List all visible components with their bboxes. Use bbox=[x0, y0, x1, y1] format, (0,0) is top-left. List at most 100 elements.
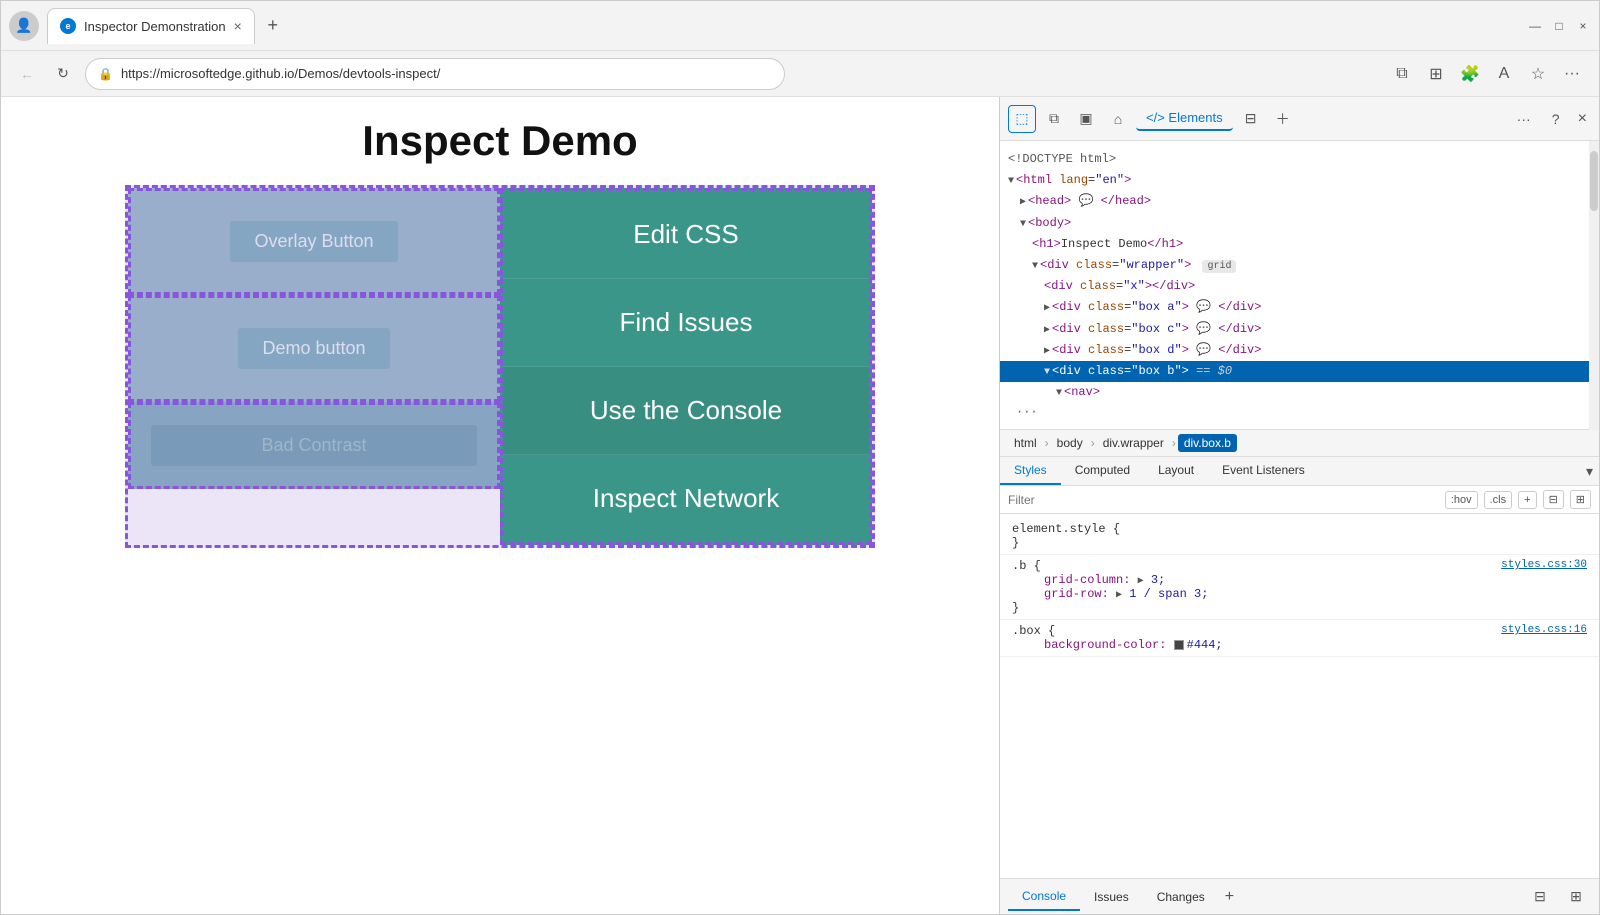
dom-scrollbar[interactable] bbox=[1589, 141, 1599, 430]
edit-css-link[interactable]: Edit CSS bbox=[503, 191, 869, 279]
add-tab-icon[interactable]: ＋ bbox=[1269, 105, 1297, 133]
copy-icon[interactable]: ⊞ bbox=[1570, 490, 1591, 509]
maximize-button[interactable]: □ bbox=[1551, 18, 1567, 34]
demo-button[interactable]: Demo button bbox=[238, 328, 389, 369]
cell-a: Overlay Button bbox=[128, 188, 500, 295]
add-bottom-tab-button[interactable]: + bbox=[1219, 888, 1240, 906]
breadcrumb-div-box-b[interactable]: div.box.b bbox=[1178, 434, 1237, 452]
left-column: Overlay Button Demo button Bad Contrast bbox=[128, 188, 500, 489]
tab-computed[interactable]: Computed bbox=[1061, 457, 1144, 485]
sources-icon[interactable]: ⊟ bbox=[1237, 105, 1265, 133]
styles-tabs: Styles Computed Layout Event Listeners ▾ bbox=[1000, 457, 1599, 486]
breadcrumb-html[interactable]: html bbox=[1008, 434, 1043, 452]
new-tab-button[interactable]: + bbox=[259, 12, 287, 40]
more-icon[interactable]: ··· bbox=[1557, 59, 1587, 89]
active-tab[interactable]: e Inspector Demonstration × bbox=[47, 8, 255, 44]
cell-b-nav: Edit CSS Find Issues Use the Console Ins… bbox=[500, 188, 872, 545]
favorites-icon[interactable]: ☆ bbox=[1523, 59, 1553, 89]
bottom-tabs: Console Issues Changes + ⊟ ⊞ bbox=[1000, 878, 1599, 914]
browser-window: 👤 e Inspector Demonstration × + — □ × ← … bbox=[0, 0, 1600, 915]
css-selector-element: element.style { bbox=[1012, 522, 1587, 536]
dom-line-box-b-selected[interactable]: <div class="box b"> == $0 bbox=[1000, 361, 1589, 382]
refresh-button[interactable]: ↻ bbox=[49, 60, 77, 88]
styles-dropdown-icon[interactable]: ▾ bbox=[1586, 463, 1593, 480]
dock-bottom-icon[interactable]: ⊟ bbox=[1525, 882, 1555, 912]
lock-icon: 🔒 bbox=[98, 67, 113, 81]
overlay-button[interactable]: Overlay Button bbox=[230, 221, 397, 262]
tab-bar: e Inspector Demonstration × + bbox=[47, 8, 1519, 44]
inspect-network-link[interactable]: Inspect Network bbox=[503, 455, 869, 542]
styles-area: Styles Computed Layout Event Listeners ▾… bbox=[1000, 457, 1599, 878]
more-button[interactable]: ··· bbox=[1008, 403, 1046, 421]
color-swatch bbox=[1174, 640, 1184, 650]
cell-c: Demo button bbox=[128, 295, 500, 402]
css-close-brace-b: } bbox=[1012, 601, 1587, 615]
reader-mode-icon[interactable]: A bbox=[1489, 59, 1519, 89]
styles-filter-bar: :hov .cls + ⊟ ⊞ bbox=[1000, 486, 1599, 514]
dom-line-head: <head> 💬 </head> bbox=[1000, 191, 1589, 212]
dom-tree[interactable]: <!DOCTYPE html> <html lang="en"> <head> … bbox=[1000, 141, 1589, 430]
split-screen-icon[interactable]: ⧉ bbox=[1387, 59, 1417, 89]
tab-close-button[interactable]: × bbox=[234, 18, 242, 34]
close-button[interactable]: × bbox=[1575, 18, 1591, 34]
device-emulation-icon[interactable]: ⧉ bbox=[1040, 105, 1068, 133]
tab-event-listeners[interactable]: Event Listeners bbox=[1208, 457, 1319, 485]
dom-line-box-d: <div class="box d"> 💬 </div> bbox=[1000, 340, 1589, 361]
tab-console[interactable]: Console bbox=[1008, 883, 1080, 911]
demo-grid: Overlay Button Demo button Bad Contrast … bbox=[125, 185, 875, 548]
more-tools-icon[interactable]: ··· bbox=[1510, 105, 1538, 133]
cell-d: Bad Contrast bbox=[128, 402, 500, 489]
tab-favicon: e bbox=[60, 18, 76, 34]
toggle-icon[interactable]: ⊟ bbox=[1543, 490, 1564, 509]
hover-filter-button[interactable]: :hov bbox=[1445, 491, 1478, 509]
styles-filter-input[interactable] bbox=[1008, 493, 1439, 507]
minimize-button[interactable]: — bbox=[1527, 18, 1543, 34]
help-icon[interactable]: ? bbox=[1542, 105, 1570, 133]
add-style-button[interactable]: + bbox=[1518, 491, 1536, 509]
breadcrumb-bar: html › body › div.wrapper › div.box.b bbox=[1000, 430, 1599, 457]
address-bar: ← ↻ 🔒 https://microsoftedge.github.io/De… bbox=[1, 51, 1599, 97]
bad-contrast-button[interactable]: Bad Contrast bbox=[151, 425, 477, 466]
more-button-area: ··· bbox=[1000, 403, 1589, 421]
styles-more: ▾ bbox=[1586, 457, 1599, 485]
use-console-link[interactable]: Use the Console bbox=[503, 367, 869, 455]
dock-side-icon[interactable]: ⊞ bbox=[1561, 882, 1591, 912]
breadcrumb-body[interactable]: body bbox=[1051, 434, 1089, 452]
tab-changes[interactable]: Changes bbox=[1143, 884, 1219, 910]
css-link-b[interactable]: styles.css:30 bbox=[1501, 559, 1587, 571]
title-bar: 👤 e Inspector Demonstration × + — □ × bbox=[1, 1, 1599, 51]
back-button[interactable]: ← bbox=[13, 60, 41, 88]
css-link-box[interactable]: styles.css:16 bbox=[1501, 624, 1587, 636]
inspect-element-icon[interactable]: ⬚ bbox=[1008, 105, 1036, 133]
dom-line-x: <div class="x"></div> bbox=[1000, 276, 1589, 297]
dom-line-nav: <nav> bbox=[1000, 382, 1589, 403]
cls-filter-button[interactable]: .cls bbox=[1484, 491, 1513, 509]
dom-line-html: <html lang="en"> bbox=[1000, 170, 1589, 191]
styles-content: element.style { } .b { styles.css:30 gri… bbox=[1000, 514, 1599, 878]
breadcrumb-div-wrapper[interactable]: div.wrapper bbox=[1097, 434, 1170, 452]
css-close-brace: } bbox=[1012, 536, 1587, 550]
tab-issues[interactable]: Issues bbox=[1080, 884, 1143, 910]
dom-line-wrapper: <div class="wrapper"> grid bbox=[1000, 255, 1589, 276]
url-bar[interactable]: 🔒 https://microsoftedge.github.io/Demos/… bbox=[85, 58, 785, 90]
page-heading: Inspect Demo bbox=[21, 117, 979, 165]
home-icon[interactable]: ⌂ bbox=[1104, 105, 1132, 133]
dom-scroll-thumb bbox=[1590, 151, 1598, 211]
dom-line-body: <body> bbox=[1000, 213, 1589, 234]
tab-layout[interactable]: Layout bbox=[1144, 457, 1208, 485]
css-selector-box-line: .box { styles.css:16 bbox=[1012, 624, 1587, 638]
url-text: https://microsoftedge.github.io/Demos/de… bbox=[121, 66, 440, 81]
tab-title: Inspector Demonstration bbox=[84, 19, 226, 34]
find-issues-link[interactable]: Find Issues bbox=[503, 279, 869, 367]
css-selector-b-line: .b { styles.css:30 bbox=[1012, 559, 1587, 573]
devtools-close-icon[interactable]: × bbox=[1574, 106, 1591, 132]
user-avatar[interactable]: 👤 bbox=[9, 11, 39, 41]
tab-styles[interactable]: Styles bbox=[1000, 457, 1061, 485]
elements-tab[interactable]: </> Elements bbox=[1136, 106, 1233, 131]
extensions-icon[interactable]: 🧩 bbox=[1455, 59, 1485, 89]
sidebar-toggle-icon[interactable]: ▣ bbox=[1072, 105, 1100, 133]
browser-toolbar: ⧉ ⊞ 🧩 A ☆ ··· bbox=[1387, 59, 1587, 89]
bottom-right-icons: ⊟ ⊞ bbox=[1525, 882, 1591, 912]
css-block-element-style: element.style { } bbox=[1000, 518, 1599, 555]
grid-icon[interactable]: ⊞ bbox=[1421, 59, 1451, 89]
